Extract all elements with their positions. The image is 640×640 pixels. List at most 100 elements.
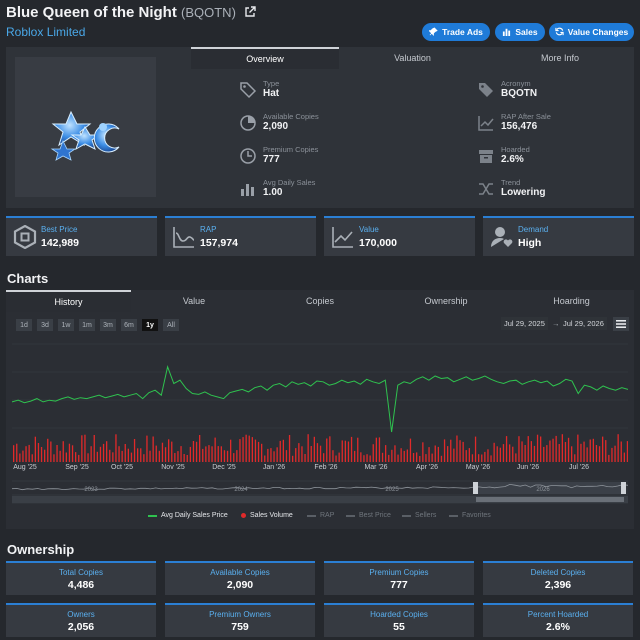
legend-best-price[interactable]: Best Price [346,512,391,519]
range-1w-button[interactable]: 1w [58,319,74,331]
sales-volume-bar [605,440,607,462]
sales-volume-bar [37,443,40,462]
navigator-scroll-thumb[interactable] [476,497,624,502]
sales-volume-bar [161,442,164,462]
box-icon [479,150,493,163]
navigator-right-handle[interactable] [621,482,626,494]
sales-volume-bar [375,437,377,462]
ownership-value: 759 [231,621,249,633]
stat-avg-daily-sales: Avg Daily Sales 1.00 [239,178,315,199]
ownership-label: Premium Owners [209,610,271,619]
sales-volume-bar [254,439,257,462]
sales-volume-bar [586,447,588,462]
range-1y-button[interactable]: 1y [142,319,158,331]
sales-volume-bar [189,446,191,462]
sales-volume-bar [230,439,232,462]
range-all-button[interactable]: All [163,319,179,331]
external-link-icon[interactable] [244,5,256,22]
legend-favorites[interactable]: Favorites [449,512,491,519]
sales-volume-bar [192,441,195,462]
robux-icon [13,225,37,249]
sales-volume-bar [211,446,213,462]
x-axis-tick-label: Oct '25 [111,464,133,471]
legend-sales-volume[interactable]: Sales Volume [241,512,293,519]
x-axis-tick-label: Feb '26 [314,464,338,471]
tab-copies[interactable]: Copies [257,290,383,312]
sales-volume-bar [549,440,551,462]
sales-volume-bar [428,447,430,462]
ownership-card-hoarded-copies: Hoarded Copies 55 [324,603,474,637]
tab-history[interactable]: History [6,290,131,312]
sales-volume-bar [267,448,269,462]
tab-ownership[interactable]: Ownership [383,290,509,312]
legend-label: Favorites [462,512,491,519]
trade-ads-button[interactable]: Trade Ads [422,23,490,41]
legend-label: Sellers [415,512,437,519]
date-to-input[interactable]: Jul 29, 2026 [560,317,607,330]
range-6m-button[interactable]: 6m [121,319,137,331]
sales-volume-bar [251,437,253,462]
chart-menu-button[interactable] [613,317,629,331]
sales-volume-bar [180,446,182,462]
tab-more-info[interactable]: More Info [486,47,634,69]
sales-volume-bar [422,442,424,462]
sales-volume-bar [81,435,83,462]
sales-volume-bar [16,443,18,462]
sales-volume-bar [292,455,294,462]
sales-volume-bar [626,441,628,462]
sales-volume-bar [425,454,427,462]
sales-volume-bar [264,455,266,462]
tab-value[interactable]: Value [131,290,257,312]
ownership-card-available-copies: Available Copies 2,090 [165,561,315,595]
sales-button[interactable]: Sales [495,23,545,41]
legend-sellers[interactable]: Sellers [402,512,436,519]
range-1d-button[interactable]: 1d [16,319,32,331]
range-3d-button[interactable]: 3d [37,319,53,331]
tag-icon [240,82,257,99]
tab-overview[interactable]: Overview [191,47,339,69]
navigator-left-handle[interactable] [473,482,478,494]
history-chart[interactable] [12,340,628,464]
sales-volume-bar [282,439,284,462]
card-value: 170,000 [359,237,397,249]
sales-volume-bar [208,445,210,462]
sales-volume-bar [440,455,443,462]
ownership-value: 777 [390,579,408,591]
item-category-link[interactable]: Roblox Limited [6,25,85,39]
legend-label: Best Price [359,512,391,519]
sales-volume-bar [146,435,148,462]
sales-volume-bar [99,446,102,462]
legend-avg-daily-sales-price[interactable]: Avg Daily Sales Price [148,512,228,519]
sales-volume-bar [509,444,511,462]
value-changes-button[interactable]: Value Changes [549,23,634,41]
sales-volume-bar [50,441,52,462]
tab-hoarding[interactable]: Hoarding [509,290,634,312]
sales-volume-bar [406,449,408,462]
sales-volume-bar [493,442,495,462]
date-from-input[interactable]: Jul 29, 2025 [501,317,548,330]
x-axis-tick-label: Apr '26 [416,464,438,471]
line-chart-icon [332,227,353,248]
tab-valuation[interactable]: Valuation [339,47,486,69]
sales-volume-bar [205,446,207,462]
sales-volume-bar [397,454,399,462]
legend-rap[interactable]: RAP [307,512,334,519]
sales-volume-bar [236,450,238,462]
sales-volume-bar [118,446,120,462]
range-1m-button[interactable]: 1m [79,319,95,331]
sales-volume-bar [381,452,384,462]
item-thumbnail [15,57,156,197]
sales-volume-bar [524,445,526,462]
sales-volume-bar [369,455,371,462]
ownership-label: Premium Copies [369,568,429,577]
sales-volume-bar [84,434,86,462]
sales-volume-bar [555,435,557,462]
stat-label: Trend [501,178,521,187]
rap-card: RAP 157,974 [165,216,316,256]
stat-label: Premium Copies [263,145,319,154]
legend-swatch [402,514,411,517]
sales-volume-bar [388,454,390,462]
range-3m-button[interactable]: 3m [100,319,116,331]
legend-swatch [148,514,157,517]
sales-volume-bar [378,437,381,462]
